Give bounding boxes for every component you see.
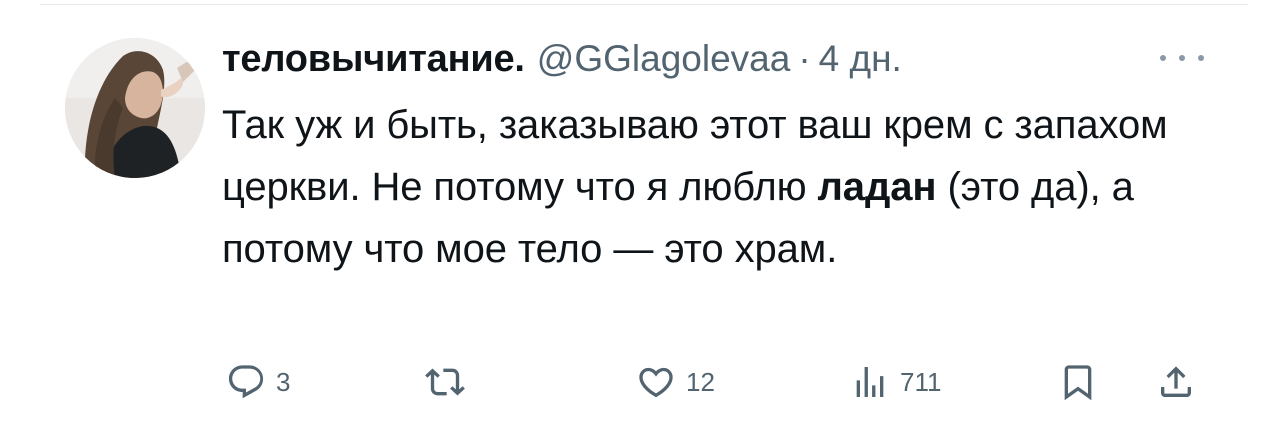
- views-count: 711: [900, 366, 942, 397]
- header-separator: ·: [798, 38, 811, 79]
- more-dot: [1198, 55, 1204, 61]
- like-count: 12: [686, 366, 715, 397]
- share-icon: [1161, 366, 1191, 397]
- reply-icon: [228, 365, 264, 399]
- tweet-text-bold: ладан: [817, 165, 937, 209]
- more-dot: [1160, 55, 1166, 61]
- reply-count: 3: [276, 366, 291, 397]
- tweet-actions: 3 12 711: [0, 360, 1266, 410]
- avatar[interactable]: [65, 38, 205, 178]
- views-icon: [856, 367, 884, 397]
- heart-icon: [639, 367, 673, 398]
- tweet-timestamp[interactable]: 4 дн.: [819, 38, 902, 80]
- tweet-header: теловычитание. @GGlagolevaa · 4 дн.: [222, 38, 902, 90]
- more-icon[interactable]: [1160, 48, 1204, 68]
- bookmark-icon: [1064, 365, 1092, 401]
- reply-button[interactable]: 3: [226, 362, 290, 402]
- display-name[interactable]: теловычитание.: [222, 38, 525, 81]
- share-button[interactable]: [1156, 362, 1196, 402]
- bookmark-button[interactable]: [1058, 362, 1098, 402]
- avatar-image: [65, 38, 205, 178]
- more-dot: [1179, 55, 1185, 61]
- top-divider: [40, 4, 1248, 5]
- tweet-text: Так уж и быть, заказываю этот ваш крем с…: [222, 94, 1222, 280]
- like-button[interactable]: 12: [636, 362, 715, 402]
- user-handle[interactable]: @GGlagolevaa: [537, 38, 791, 80]
- retweet-icon: [425, 368, 465, 396]
- retweet-button[interactable]: [424, 362, 476, 402]
- views-button[interactable]: 711: [850, 362, 941, 402]
